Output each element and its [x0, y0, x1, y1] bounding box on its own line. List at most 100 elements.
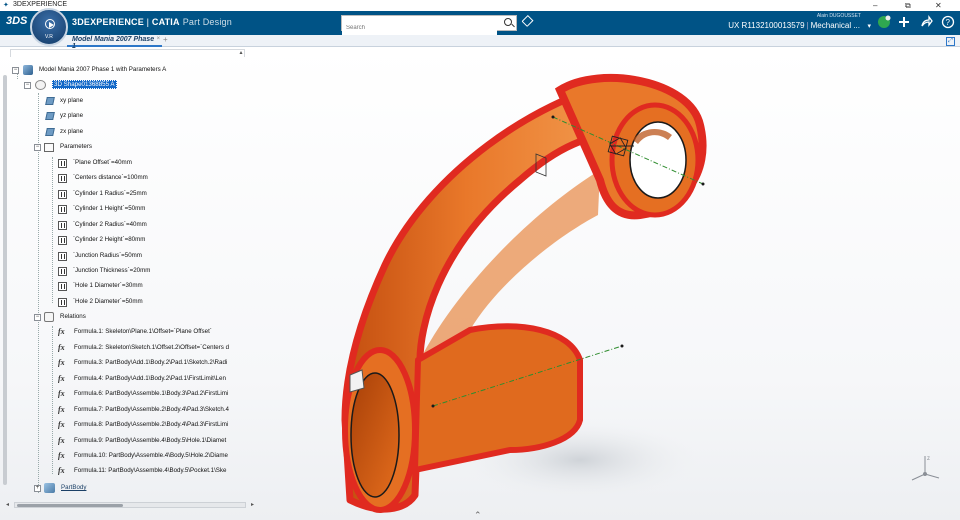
formula-icon: fx	[58, 358, 65, 367]
tree-node-formula[interactable]: fx Formula.9: PartBody\Assemble.4\Body.5\…	[58, 434, 226, 448]
tree-node-parameter[interactable]: `Cylinder 2 Radius`=40mm	[58, 218, 147, 232]
tab-bar: Model Mania 2007 Phase 1 × +	[0, 35, 960, 50]
add-tab-button[interactable]: +	[163, 35, 168, 44]
parameter-icon	[58, 266, 67, 276]
ds-logo-icon: 3DS	[6, 15, 28, 27]
tree-scroll-up[interactable]: ▴	[237, 49, 245, 57]
tree-node-formula[interactable]: fx Formula.10: PartBody\Assemble.4\Body.5…	[58, 449, 228, 463]
chevron-down-icon[interactable]: ▾	[867, 22, 871, 30]
tree-node-formula[interactable]: fx Formula.2: Skeleton\Sketch.1\Offset.2\…	[58, 341, 229, 355]
specification-tree: − Model Mania 2007 Phase 1 with Parameter…	[0, 57, 246, 497]
parameter-icon	[58, 204, 67, 214]
maximize-button[interactable]: ⧉	[905, 0, 911, 11]
minimize-button[interactable]: –	[873, 0, 877, 11]
tag-icon[interactable]	[521, 14, 534, 28]
3d-shape-icon	[35, 80, 46, 90]
axis-compass-icon[interactable]: z	[907, 450, 943, 484]
collapse-toggle[interactable]: −	[34, 143, 41, 151]
svg-text:?: ?	[946, 18, 951, 27]
tree-node-root[interactable]: − Model Mania 2007 Phase 1 with Parameter…	[12, 63, 166, 77]
scroll-left-icon[interactable]: ◂	[6, 501, 9, 508]
tree-node-formula[interactable]: fx Formula.6: PartBody\Assemble.1\Body.3\…	[58, 387, 228, 401]
close-button[interactable]: ✕	[935, 0, 942, 11]
tree-panel-header	[10, 49, 245, 57]
scroll-right-icon[interactable]: ▸	[251, 501, 254, 508]
tree-node-formula[interactable]: fx Formula.3: PartBody\Add.1\Body.2\Pad.1…	[58, 356, 227, 370]
relations-icon	[44, 312, 54, 322]
tree-node-3dshape[interactable]: −3D Shape01368855 A	[24, 78, 117, 92]
expand-toggle[interactable]: +	[34, 484, 41, 492]
product-icon	[23, 65, 33, 75]
axis-point	[431, 404, 435, 408]
tree-node-parameter[interactable]: `Hole 1 Diameter`=30mm	[58, 279, 143, 293]
share-icon[interactable]	[918, 15, 934, 31]
expand-icon[interactable]: ⤢	[946, 37, 955, 46]
parameter-icon	[58, 235, 67, 245]
compass-button[interactable]: V.R	[30, 8, 68, 46]
close-tab-icon[interactable]: ×	[156, 36, 160, 42]
tree-node-parameter[interactable]: `Hole 2 Diameter`=50mm	[58, 295, 143, 309]
top-bar: 3DS 3DEXPERIENCE | CATIAPart Design Alai…	[0, 11, 960, 35]
tree-node-formula[interactable]: fx Formula.1: Skeleton\Plane.1\Offset=`Pl…	[58, 325, 212, 339]
tree-connector	[52, 326, 53, 474]
tree-node-parameter[interactable]: `Cylinder 1 Radius`=25mm	[58, 187, 147, 201]
formula-icon: fx	[58, 466, 65, 475]
tree-node-relations[interactable]: − Relations	[34, 310, 86, 324]
action-bar-toggle-icon[interactable]: ⌃	[474, 510, 482, 520]
window-title: 3DEXPERIENCE	[13, 1, 68, 8]
tree-node-xy-plane[interactable]: xy plane	[45, 94, 83, 108]
parameters-icon	[44, 142, 54, 152]
search-input[interactable]	[342, 21, 497, 35]
tree-node-parameter[interactable]: `Cylinder 2 Height`=80mm	[58, 233, 145, 247]
axis-z-label: z	[927, 456, 930, 462]
parameter-icon	[58, 173, 67, 183]
tree-node-formula[interactable]: fx Formula.7: PartBody\Assemble.2\Body.4\…	[58, 403, 229, 417]
app-brand: 3DEXPERIENCE | CATIA Part Design	[72, 17, 232, 27]
tree-node-zx-plane[interactable]: zx plane	[45, 125, 83, 139]
tree-node-parameters[interactable]: − Parameters	[34, 140, 92, 154]
tree-node-parameter[interactable]: `Cylinder 1 Height`=50mm	[58, 202, 145, 216]
formula-icon: fx	[58, 451, 65, 460]
tree-node-formula[interactable]: fx Formula.4: PartBody\Add.1\Body.2\Pad.1…	[58, 372, 226, 386]
search-icon[interactable]	[504, 18, 512, 26]
parameter-icon	[58, 281, 67, 291]
parameter-icon	[58, 251, 67, 261]
formula-icon: fx	[58, 327, 65, 336]
plane-icon	[45, 97, 55, 105]
collapse-toggle[interactable]: −	[34, 313, 41, 321]
tree-node-formula[interactable]: fx Formula.11: PartBody\Assemble.4\Body.5…	[58, 464, 226, 478]
tree-node-parameter[interactable]: `Junction Radius`=50mm	[58, 249, 142, 263]
window-title-bar: ✦ 3DEXPERIENCE – ⧉ ✕	[0, 0, 960, 11]
collapse-toggle[interactable]: −	[24, 81, 31, 89]
collab-space-selector[interactable]: UX R1132100013579 | Mechanical ...	[728, 21, 860, 30]
play-icon	[45, 19, 55, 29]
tree-node-parameter[interactable]: `Junction Thickness`=20mm	[58, 264, 150, 278]
collapse-toggle[interactable]: −	[12, 66, 19, 74]
tree-node-formula[interactable]: fx Formula.8: PartBody\Assemble.2\Body.4\…	[58, 418, 228, 432]
tab-model-mania[interactable]: Model Mania 2007 Phase 1 ×	[67, 35, 162, 50]
scrollbar-thumb[interactable]	[17, 504, 123, 507]
formula-icon: fx	[58, 343, 65, 352]
body-icon	[44, 483, 55, 493]
search-box[interactable]	[341, 15, 517, 35]
hole-2[interactable]	[350, 372, 400, 498]
axis-point	[551, 115, 555, 119]
tree-node-parameter[interactable]: `Plane Offset`=40mm	[58, 156, 132, 170]
parameter-icon	[58, 158, 67, 168]
tree-node-yz-plane[interactable]: yz plane	[45, 109, 83, 123]
tree-node-parameter[interactable]: `Centers distance`=100mm	[58, 171, 148, 185]
tree-connector	[52, 157, 53, 303]
part-model[interactable]	[250, 50, 960, 520]
parameter-icon	[58, 297, 67, 307]
tree-horizontal-scrollbar[interactable]: ◂ ▸	[6, 502, 254, 508]
axis-point	[620, 344, 624, 348]
avatar[interactable]	[876, 15, 892, 31]
user-name: Alain DUGOUSSET	[816, 13, 861, 19]
help-icon[interactable]: ?	[940, 15, 956, 31]
tree-node-partbody[interactable]: + PartBody	[34, 481, 86, 495]
add-icon[interactable]	[896, 15, 912, 31]
parameter-icon	[58, 189, 67, 199]
plane-icon	[45, 112, 55, 120]
parameter-icon	[58, 220, 67, 230]
formula-icon: fx	[58, 405, 65, 414]
